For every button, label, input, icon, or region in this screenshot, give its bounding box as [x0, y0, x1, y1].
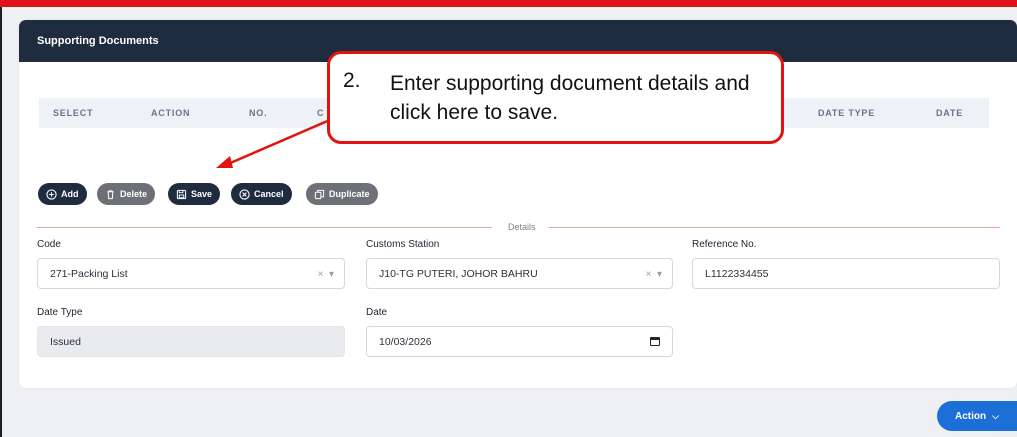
- clear-and-chevron-icon[interactable]: × ▾: [318, 269, 334, 280]
- date-label: Date: [366, 307, 388, 318]
- reference-no-input[interactable]: L1122334455: [692, 258, 1000, 289]
- calendar-icon[interactable]: [650, 337, 660, 346]
- left-border: [0, 7, 2, 437]
- action-button[interactable]: Action ⌵: [937, 401, 1017, 431]
- cancel-button[interactable]: Cancel: [231, 183, 292, 205]
- divider-left: [37, 227, 492, 228]
- trash-icon: [107, 189, 114, 199]
- action-button-label: Action: [955, 410, 987, 422]
- top-red-border: [0, 0, 1017, 7]
- column-date: DATE: [936, 108, 964, 118]
- code-select-value: 271-Packing List: [50, 267, 128, 280]
- column-select: SELECT: [53, 108, 94, 118]
- copy-icon: [314, 189, 325, 199]
- callout-step-number: 2.: [343, 69, 361, 92]
- duplicate-button-label: Duplicate: [329, 189, 370, 199]
- divider-right: [549, 227, 1000, 228]
- date-type-label: Date Type: [37, 307, 83, 318]
- instruction-callout: 2. Enter supporting document details and…: [327, 51, 784, 144]
- customs-station-label: Customs Station: [366, 239, 440, 250]
- details-section-label: Details: [508, 222, 536, 232]
- x-circle-icon: [239, 188, 250, 200]
- column-no: NO.: [249, 108, 268, 118]
- clear-and-chevron-icon[interactable]: × ▾: [646, 269, 662, 280]
- add-button-label: Add: [61, 189, 79, 199]
- floppy-disk-icon: [176, 189, 187, 199]
- date-value: 10/03/2026: [379, 335, 432, 348]
- duplicate-button[interactable]: Duplicate: [306, 183, 378, 205]
- code-select[interactable]: 271-Packing List × ▾: [37, 258, 345, 289]
- reference-no-value: L1122334455: [705, 267, 769, 280]
- callout-text: Enter supporting document details and cl…: [390, 72, 750, 124]
- date-type-value: Issued: [50, 335, 81, 348]
- date-input[interactable]: 10/03/2026: [366, 326, 673, 357]
- customs-station-value: J10-TG PUTERI, JOHOR BAHRU: [379, 267, 538, 280]
- chevron-down-icon: ⌵: [992, 410, 999, 421]
- add-button[interactable]: Add: [38, 183, 87, 205]
- save-button[interactable]: Save: [168, 183, 221, 205]
- column-code: C: [317, 108, 325, 118]
- cancel-button-label: Cancel: [254, 189, 284, 199]
- delete-button[interactable]: Delete: [97, 183, 156, 205]
- plus-circle-icon: [46, 188, 57, 200]
- delete-button-label: Delete: [120, 189, 148, 199]
- date-type-field: Issued: [37, 326, 345, 357]
- customs-station-select[interactable]: J10-TG PUTERI, JOHOR BAHRU × ▾: [366, 258, 673, 289]
- save-button-label: Save: [191, 189, 213, 199]
- reference-no-label: Reference No.: [692, 239, 757, 250]
- code-label: Code: [37, 239, 61, 250]
- column-action: ACTION: [151, 108, 191, 118]
- column-date-type: DATE TYPE: [818, 108, 876, 118]
- card-title: Supporting Documents: [37, 35, 159, 47]
